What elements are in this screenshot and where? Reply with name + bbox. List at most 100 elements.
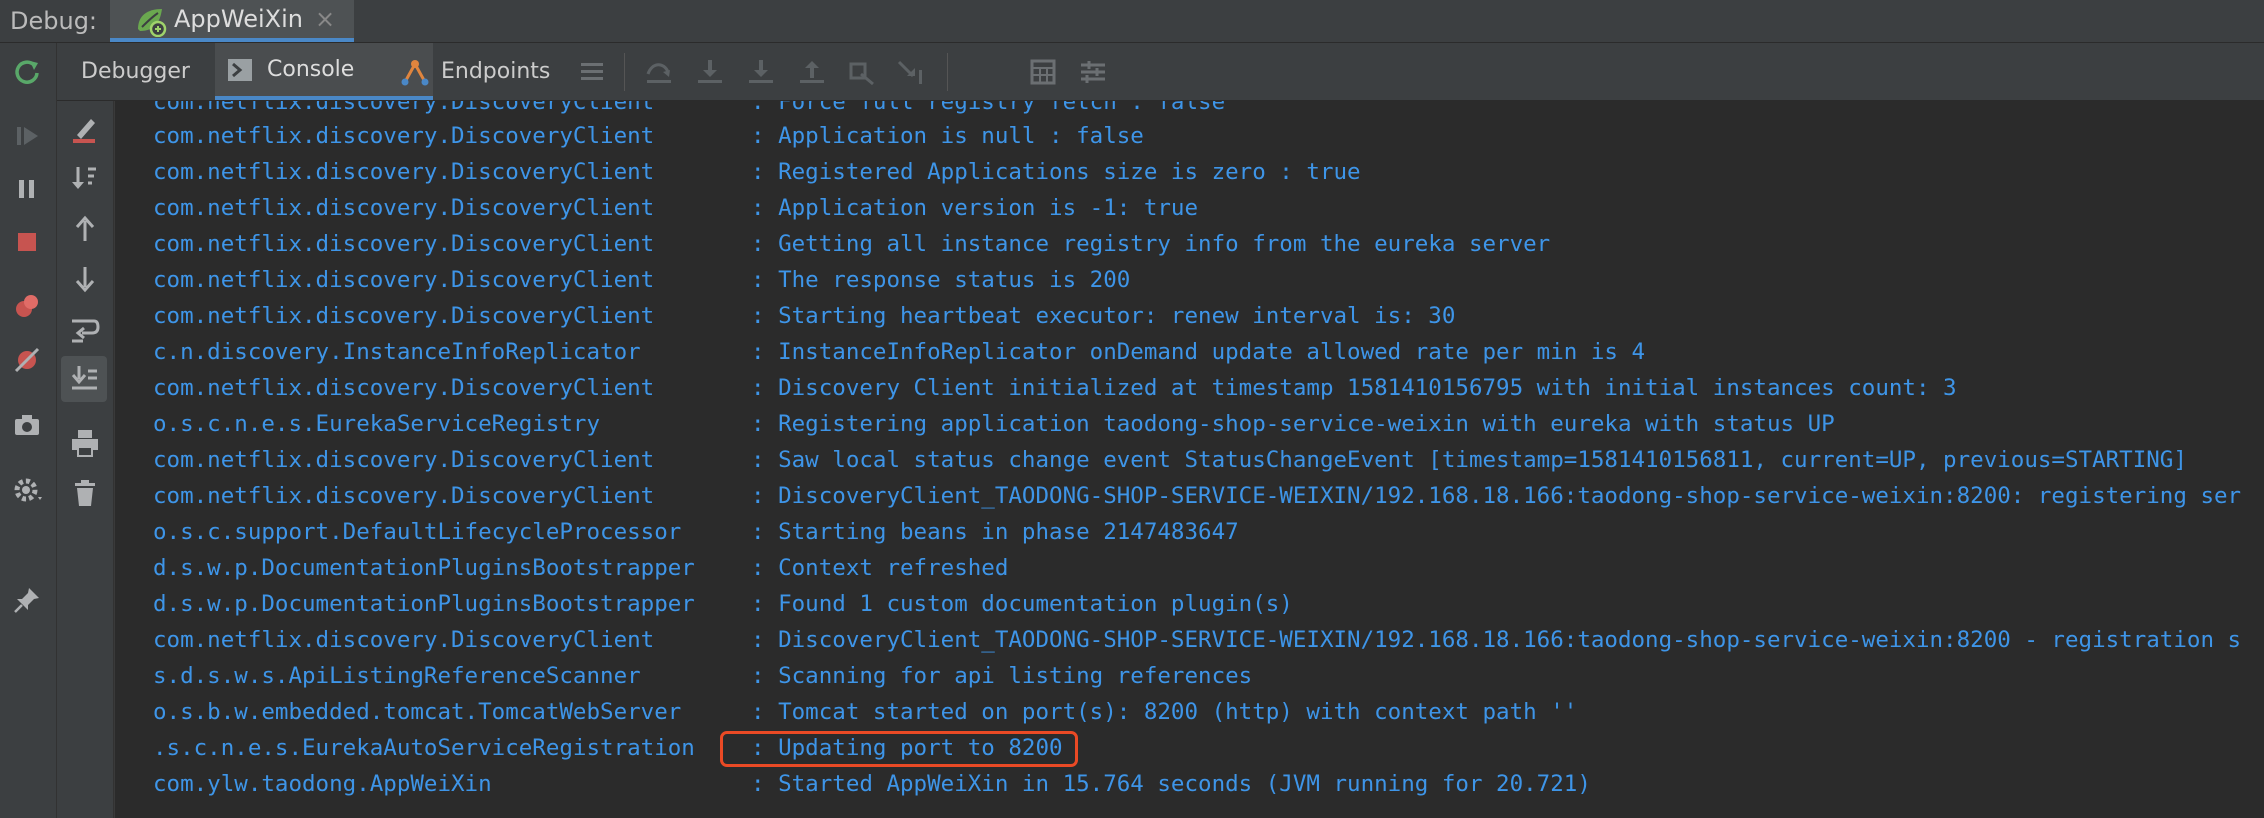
trash-icon[interactable] <box>69 477 101 509</box>
log-separator: : <box>751 663 779 689</box>
log-message: The response status is 200 <box>778 267 1131 293</box>
spring-boot-debug-icon <box>138 9 167 37</box>
log-logger: com.netflix.discovery.DiscoveryClient <box>153 159 655 185</box>
log-line: c.n.discovery.InstanceInfoReplicator: In… <box>153 334 1645 370</box>
log-message: DiscoveryClient_TAODONG-SHOP-SERVICE-WEI… <box>778 627 2242 653</box>
step-over-icon[interactable] <box>644 58 674 86</box>
tab-console-label: Console <box>267 57 355 82</box>
log-separator: : <box>751 123 779 149</box>
stop-icon[interactable] <box>12 227 42 257</box>
log-separator: : <box>751 303 779 329</box>
log-message: DiscoveryClient_TAODONG-SHOP-SERVICE-WEI… <box>778 483 2242 509</box>
step-out-icon[interactable] <box>797 58 827 86</box>
log-logger: com.netflix.discovery.DiscoveryClient <box>153 231 655 257</box>
tab-debugger[interactable]: Debugger <box>81 43 190 100</box>
log-line: com.netflix.discovery.DiscoveryClient: S… <box>153 298 1455 334</box>
log-message: Starting heartbeat executor: renew inter… <box>778 303 1456 329</box>
scroll-down-icon[interactable] <box>69 263 101 295</box>
log-logger: o.s.c.n.e.s.EurekaServiceRegistry <box>153 411 601 437</box>
evaluate-icon[interactable] <box>1029 58 1057 86</box>
log-message: InstanceInfoReplicator onDemand update a… <box>778 339 1646 365</box>
scroll-to-end-icon[interactable] <box>69 363 101 395</box>
log-line: o.s.c.n.e.s.EurekaServiceRegistry: Regis… <box>153 406 1835 442</box>
log-message: Registering application taodong-shop-ser… <box>778 411 1835 437</box>
log-separator: : <box>751 375 779 401</box>
settings-icon[interactable] <box>12 475 46 505</box>
log-logger: com.netflix.discovery.DiscoveryClient <box>153 303 655 329</box>
log-message: Application version is -1: true <box>778 195 1199 221</box>
log-message: Application is null : false <box>778 123 1144 149</box>
log-line: com.netflix.discovery.DiscoveryClient: S… <box>153 442 2187 478</box>
log-message: Starting beans in phase 2147483647 <box>778 519 1239 545</box>
log-logger: com.netflix.discovery.DiscoveryClient <box>153 123 655 149</box>
log-line: com.netflix.discovery.DiscoveryClient: G… <box>153 226 1550 262</box>
toolbar-separator <box>624 53 625 91</box>
rerun-icon[interactable] <box>12 57 42 87</box>
drop-frame-icon[interactable] <box>847 58 877 86</box>
log-separator: : <box>751 591 779 617</box>
log-message: Found 1 custom documentation plugin(s) <box>778 591 1293 617</box>
log-line: s.d.s.w.s.ApiListingReferenceScanner: Sc… <box>153 658 1252 694</box>
log-line: com.netflix.discovery.DiscoveryClient: A… <box>153 118 1144 154</box>
log-separator: : <box>751 483 779 509</box>
log-logger: o.s.b.w.embedded.tomcat.TomcatWebServer <box>153 699 682 725</box>
log-logger: com.netflix.discovery.DiscoveryClient <box>153 375 655 401</box>
log-logger: o.s.c.support.DefaultLifecycleProcessor <box>153 519 682 545</box>
resume-icon[interactable] <box>12 121 42 151</box>
log-line: com.netflix.discovery.DiscoveryClient: T… <box>153 262 1130 298</box>
log-logger: com.netflix.discovery.DiscoveryClient <box>153 447 655 473</box>
debug-tabbar: Debug: AppWeiXin × <box>0 0 2264 43</box>
log-logger: com.netflix.discovery.DiscoveryClient <box>153 267 655 293</box>
log-separator: : <box>751 339 779 365</box>
debug-toolbar: Debugger Console Endpoints <box>57 43 2264 101</box>
pause-icon[interactable] <box>12 174 42 204</box>
mute-breakpoints-icon[interactable] <box>12 345 42 375</box>
log-separator: : <box>751 519 779 545</box>
view-breakpoints-icon[interactable] <box>12 291 42 321</box>
console-icon <box>228 59 252 81</box>
endpoints-icon <box>401 60 429 86</box>
run-tab-label: AppWeiXin <box>174 5 303 33</box>
sort-icon[interactable] <box>69 163 101 195</box>
log-separator: : <box>751 195 779 221</box>
highlight-annotation-box <box>720 731 1078 767</box>
debug-actions-sidebar <box>0 43 57 818</box>
log-line: com.netflix.discovery.DiscoveryClient: D… <box>153 370 1957 406</box>
console-output[interactable]: com.netflix.discovery.DiscoveryClient: F… <box>115 101 2264 818</box>
run-to-cursor-icon[interactable] <box>897 58 929 86</box>
trace-icon[interactable] <box>1079 58 1107 86</box>
log-separator: : <box>751 411 779 437</box>
toolbar-separator <box>947 53 948 91</box>
log-logger: com.ylw.taodong.AppWeiXin <box>153 771 492 797</box>
tab-endpoints[interactable]: Endpoints <box>441 43 550 100</box>
clear-all-icon[interactable] <box>69 113 101 145</box>
log-line: com.netflix.discovery.DiscoveryClient: D… <box>153 478 2241 514</box>
log-message: Registered Applications size is zero : t… <box>778 159 1361 185</box>
close-tab-icon[interactable]: × <box>315 3 335 35</box>
pin-icon[interactable] <box>12 585 42 615</box>
log-logger: com.netflix.discovery.DiscoveryClient <box>153 483 655 509</box>
camera-icon[interactable] <box>12 410 42 440</box>
force-step-into-icon[interactable] <box>746 58 776 86</box>
soft-wrap-icon[interactable] <box>69 314 101 346</box>
step-into-icon[interactable] <box>695 58 725 86</box>
print-icon[interactable] <box>69 427 101 459</box>
log-line: com.ylw.taodong.AppWeiXin: Started AppWe… <box>153 766 1591 802</box>
log-separator: : <box>751 771 779 797</box>
log-line: com.netflix.discovery.DiscoveryClient: A… <box>153 190 1198 226</box>
run-tab-appweixin[interactable]: AppWeiXin × <box>110 0 354 42</box>
debug-label: Debug: <box>10 7 98 35</box>
log-separator: : <box>751 627 779 653</box>
log-line: com.netflix.discovery.DiscoveryClient: D… <box>153 622 2241 658</box>
log-logger: s.d.s.w.s.ApiListingReferenceScanner <box>153 663 641 689</box>
log-message: Scanning for api listing references <box>778 663 1253 689</box>
log-logger: com.netflix.discovery.DiscoveryClient <box>153 195 655 221</box>
log-message: Discovery Client initialized at timestam… <box>778 375 1957 401</box>
scroll-up-icon[interactable] <box>69 213 101 245</box>
log-message: Tomcat started on port(s): 8200 (http) w… <box>778 699 1578 725</box>
layout-icon[interactable] <box>579 59 605 85</box>
log-separator: : <box>751 159 779 185</box>
log-line: d.s.w.p.DocumentationPluginsBootstrapper… <box>153 586 1293 622</box>
log-logger: c.n.discovery.InstanceInfoReplicator <box>153 339 641 365</box>
log-message: Getting all instance registry info from … <box>778 231 1551 257</box>
